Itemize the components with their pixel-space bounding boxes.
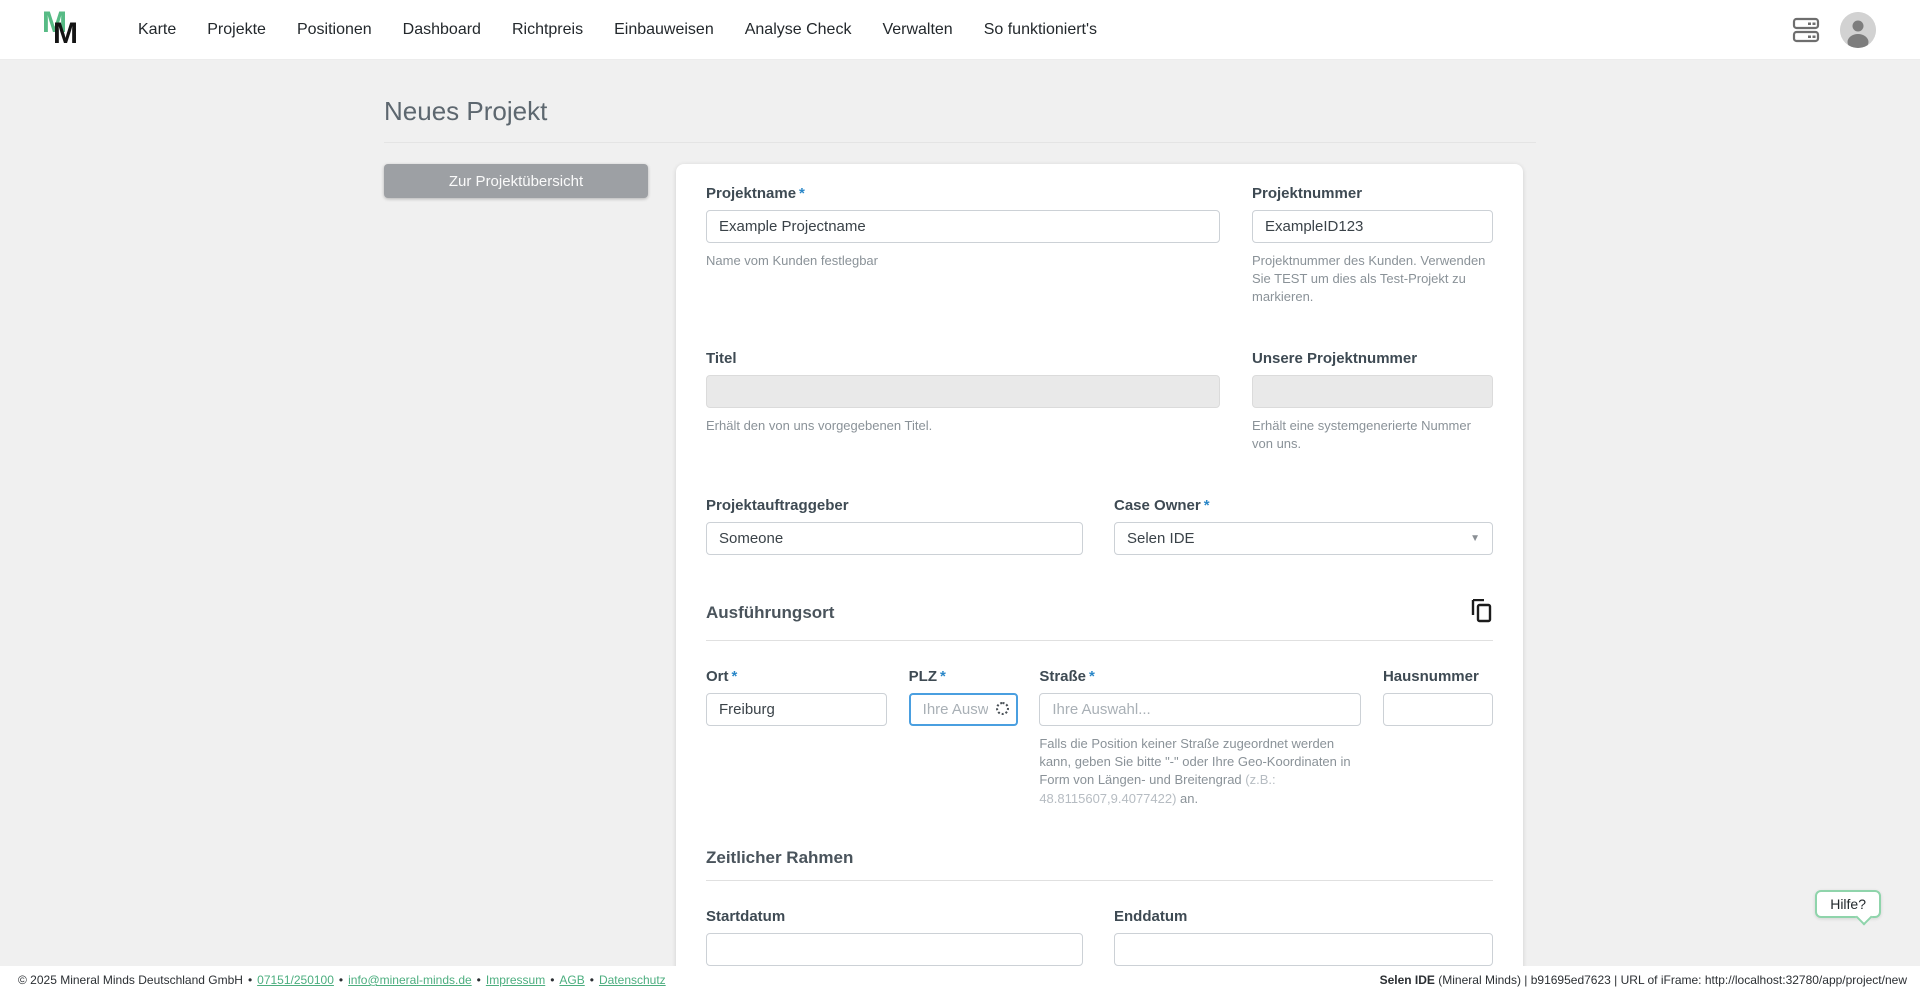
hausnummer-label: Hausnummer [1382, 667, 1479, 685]
nav-item-analyse-check[interactable]: Analyse Check [745, 21, 852, 39]
dates-row: Startdatum Enddatum [706, 908, 1493, 966]
hausnummer-field: Hausnummer [1382, 667, 1493, 808]
projektauftraggeber-field: Projektauftraggeber [706, 497, 1083, 555]
ausfuehrungsort-title: Ausführungsort [706, 603, 835, 623]
titel-field: Titel Erhält den von uns vorgegebenen Ti… [706, 350, 1220, 453]
case-owner-field: Case Owner * Selen IDE ▼ [1114, 497, 1493, 555]
mineral-minds-logo[interactable]: M M [40, 6, 92, 54]
nav-item-so-funktionierts[interactable]: So funktioniert's [984, 21, 1097, 39]
zur-projektuebersicht-button[interactable]: Zur Projektübersicht [384, 164, 648, 198]
enddatum-label: Enddatum [1114, 907, 1188, 925]
footer-link-agb[interactable]: AGB [559, 973, 584, 987]
nav-item-karte[interactable]: Karte [138, 21, 176, 39]
nav-item-einbauweisen[interactable]: Einbauweisen [614, 21, 714, 39]
titel-helper: Erhält den von uns vorgegebenen Titel. [706, 417, 933, 433]
logo-m-black: M [53, 16, 78, 50]
nav-item-dashboard[interactable]: Dashboard [403, 21, 481, 39]
projektauftraggeber-input[interactable] [706, 521, 1083, 555]
footer-link-phone[interactable]: 07151/250100 [257, 973, 334, 987]
enddatum-field: Enddatum [1114, 908, 1493, 966]
form-column: Projektname* Name vom Kunden festlegbar … [676, 164, 1523, 994]
plz-field: PLZ * [908, 667, 1018, 808]
footer-link-impressum[interactable]: Impressum [486, 973, 545, 987]
required-marker: * [799, 185, 805, 202]
main-nav: Karte Projekte Positionen Dashboard Rich… [138, 21, 1097, 39]
startdatum-input[interactable] [706, 932, 1083, 966]
projektname-input[interactable] [706, 210, 1220, 243]
zeitlicher-rahmen-title: Zeitlicher Rahmen [706, 847, 854, 867]
unsere-projektnummer-helper: Erhält eine systemgenerierte Nummer von … [1252, 417, 1471, 451]
footer-left: © 2025 Mineral Minds Deutschland GmbH • … [18, 973, 666, 987]
zeitlicher-rahmen-section-header: Zeitlicher Rahmen [706, 848, 1493, 881]
copyright-text: © 2025 Mineral Minds Deutschland GmbH [18, 973, 243, 987]
ort-input[interactable] [706, 692, 887, 726]
startdatum-field: Startdatum [706, 908, 1083, 966]
action-column: Zur Projektübersicht [384, 164, 648, 198]
strasse-field: Straße* Falls die Position keiner Straße… [1039, 667, 1362, 808]
top-navigation-bar: M M Karte Projekte Positionen Dashboard … [0, 0, 1920, 60]
footer-link-datenschutz[interactable]: Datenschutz [599, 973, 666, 987]
required-marker: * [1203, 496, 1210, 514]
unsere-projektnummer-input [1252, 374, 1493, 408]
unsere-projektnummer-label: Unsere Projektnummer [1252, 349, 1418, 367]
chevron-down-icon: ▼ [1470, 532, 1480, 544]
address-row: Ort* PLZ* Straße* Falls die Position k [706, 668, 1493, 808]
hausnummer-input[interactable] [1382, 692, 1493, 726]
user-avatar-icon[interactable] [1840, 11, 1876, 48]
footer-bar: © 2025 Mineral Minds Deutschland GmbH • … [0, 966, 1920, 994]
nav-item-projekte[interactable]: Projekte [207, 21, 266, 39]
projektnummer-input[interactable] [1252, 210, 1493, 243]
case-owner-label: Case Owner * [1114, 496, 1210, 514]
footer-session-details: (Mineral Minds) | b91695ed7623 | URL of … [1434, 973, 1907, 987]
projektname-label: Projektname * [706, 185, 805, 202]
case-owner-value: Selen IDE [1127, 529, 1195, 547]
plz-label: PLZ * [908, 667, 946, 685]
nav-item-verwalten[interactable]: Verwalten [882, 21, 952, 39]
help-button[interactable]: Hilfe? [1815, 890, 1881, 918]
case-owner-select[interactable]: Selen IDE ▼ [1114, 521, 1493, 555]
startdatum-label: Startdatum [706, 907, 786, 925]
ort-field: Ort * [706, 668, 887, 808]
titel-input [706, 374, 1220, 408]
project-form-card: Projektname* Name vom Kunden festlegbar … [676, 164, 1523, 990]
footer-user: Selen IDE [1379, 973, 1435, 987]
strasse-label: Straße * [1039, 667, 1095, 685]
nav-item-richtpreis[interactable]: Richtpreis [512, 21, 583, 39]
page-title: Neues Projekt [384, 96, 1536, 143]
copy-icon[interactable] [1471, 598, 1493, 628]
ausfuehrungsort-section-header: Ausführungsort [706, 598, 1493, 641]
projektnummer-label: Projektnummer [1252, 185, 1363, 202]
required-marker: * [940, 667, 946, 685]
enddatum-input[interactable] [1114, 932, 1493, 966]
ort-label: Ort * [706, 667, 738, 685]
projektname-helper: Name vom Kunden festlegbar [706, 253, 878, 268]
footer-session-info: Selen IDE (Mineral Minds) | b91695ed7623… [1380, 973, 1907, 987]
required-marker: * [731, 667, 738, 685]
header-actions [1792, 11, 1876, 48]
unsere-projektnummer-field: Unsere Projektnummer Erhält eine systemg… [1252, 350, 1493, 453]
strasse-input[interactable] [1039, 692, 1362, 726]
strasse-helper: Falls die Position keiner Straße zugeord… [1039, 735, 1351, 806]
titel-label: Titel [706, 349, 737, 367]
footer-link-email[interactable]: info@mineral-minds.de [348, 973, 472, 987]
required-marker: * [1089, 667, 1095, 685]
projektnummer-field: Projektnummer Projektnummer des Kunden. … [1252, 185, 1493, 307]
page-content: Neues Projekt Zur Projektübersicht Proje… [384, 96, 1536, 994]
projektnummer-helper: Projektnummer des Kunden. Verwenden Sie … [1252, 253, 1486, 305]
server-icon[interactable] [1792, 17, 1820, 43]
projektname-field: Projektname* Name vom Kunden festlegbar [706, 185, 1220, 307]
nav-item-positionen[interactable]: Positionen [297, 21, 372, 39]
projektauftraggeber-label: Projektauftraggeber [706, 496, 849, 514]
